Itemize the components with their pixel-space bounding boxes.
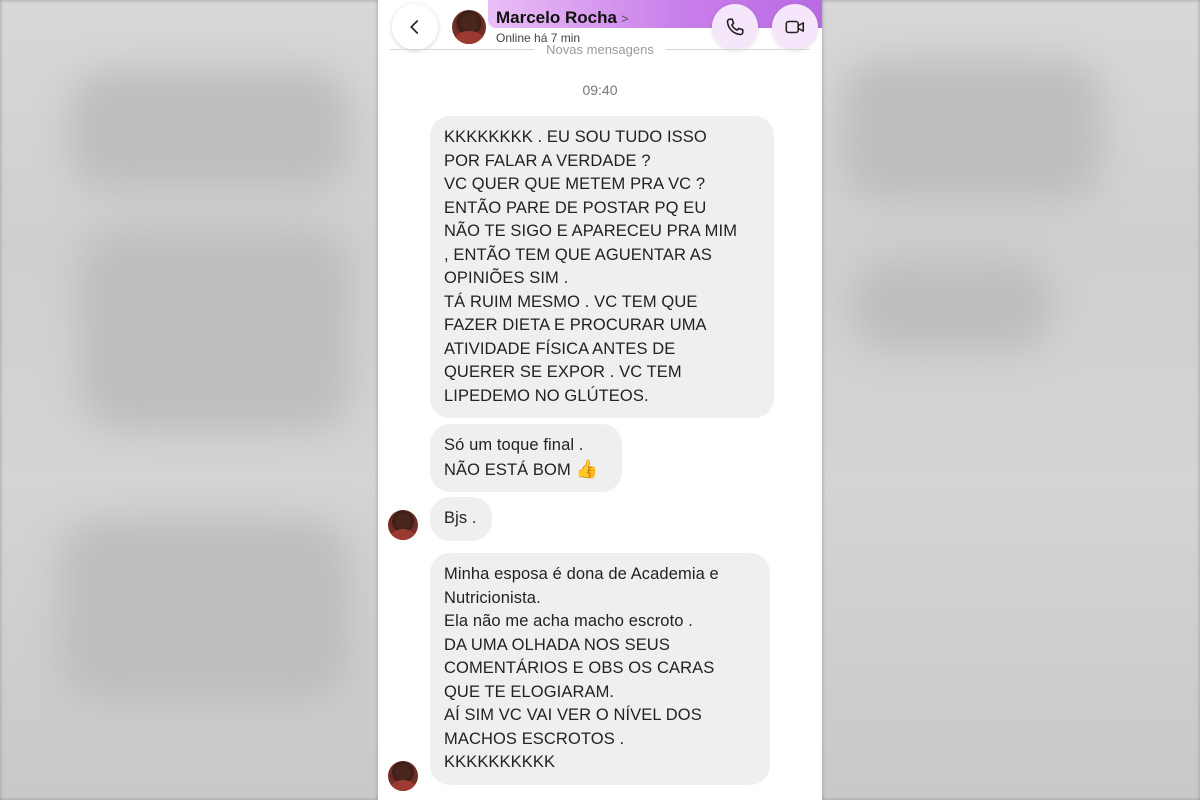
message-line: NÃO ESTÁ BOM (444, 460, 571, 479)
sender-avatar[interactable] (388, 761, 418, 791)
contact-name-link[interactable]: Marcelo Rocha > (496, 8, 629, 28)
message-line: Minha esposa é dona de Academia e (444, 565, 719, 583)
message-line: QUE TE ELOGIARAM. (444, 682, 615, 701)
message-line: QUERER SE EXPOR . VC TEM (444, 363, 682, 381)
contact-avatar[interactable] (452, 10, 486, 44)
contact-name: Marcelo Rocha (496, 8, 617, 27)
message-timestamp: 09:40 (582, 82, 618, 98)
chat-screen: Marcelo Rocha > Online há 7 min Novas men… (378, 0, 822, 800)
chevron-right-icon: > (620, 11, 629, 26)
thumbs-up-icon: 👍 (575, 458, 599, 479)
new-messages-label: Novas mensagens (546, 41, 654, 57)
message-line: Só um toque final . (444, 436, 584, 454)
message-line: NÃO TE SIGO E APARECEU PRA MIM (444, 222, 738, 240)
message-line: ENTÃO PARE DE POSTAR PQ EU (444, 198, 707, 217)
message-line: Nutricionista. (444, 588, 541, 607)
video-camera-icon (785, 20, 805, 34)
sender-avatar[interactable] (388, 510, 418, 540)
blurred-background-left (0, 0, 378, 800)
phone-icon (726, 18, 744, 36)
message-line-with-emoji: NÃO ESTÁ BOM 👍 (444, 458, 608, 483)
message-line: LIPEDEMO NO GLÚTEOS. (444, 386, 649, 405)
message-line: POR FALAR A VERDADE ? (444, 151, 651, 170)
message-line: KKKKKKKK . EU SOU TUDO ISSO (444, 128, 707, 146)
message-line: Bjs . (444, 509, 477, 527)
blurred-background-right (822, 0, 1200, 800)
message-line: DA UMA OLHADA NOS SEUS (444, 635, 670, 654)
message-line: , ENTÃO TEM QUE AGUENTAR AS (444, 245, 712, 264)
new-messages-divider: Novas mensagens (378, 40, 822, 58)
message-line: FAZER DIETA E PROCURAR UMA (444, 316, 707, 334)
message-line: OPINIÕES SIM . (444, 269, 569, 287)
message-line: KKKKKKKKKK (444, 753, 556, 771)
message-line: AÍ SIM VC VAI VER O NÍVEL DOS (444, 706, 702, 724)
message-line: ATIVIDADE FÍSICA ANTES DE (444, 339, 676, 358)
message-bubble[interactable]: Minha esposa é dona de Academia e Nutric… (430, 553, 770, 785)
message-line: Ela não me acha macho escroto . (444, 612, 693, 630)
chevron-left-icon (410, 20, 419, 34)
message-line: COMENTÁRIOS E OBS OS CARAS (444, 659, 715, 677)
message-bubble[interactable]: Só um toque final . NÃO ESTÁ BOM 👍 (430, 424, 622, 492)
message-line: MACHOS ESCROTOS . (444, 729, 625, 748)
message-line: TÁ RUIM MESMO . VC TEM QUE (444, 292, 698, 311)
message-bubble[interactable]: KKKKKKKK . EU SOU TUDO ISSO POR FALAR A … (430, 116, 774, 418)
message-bubble[interactable]: Bjs . (430, 497, 492, 541)
message-line: VC QUER QUE METEM PRA VC ? (444, 175, 706, 193)
